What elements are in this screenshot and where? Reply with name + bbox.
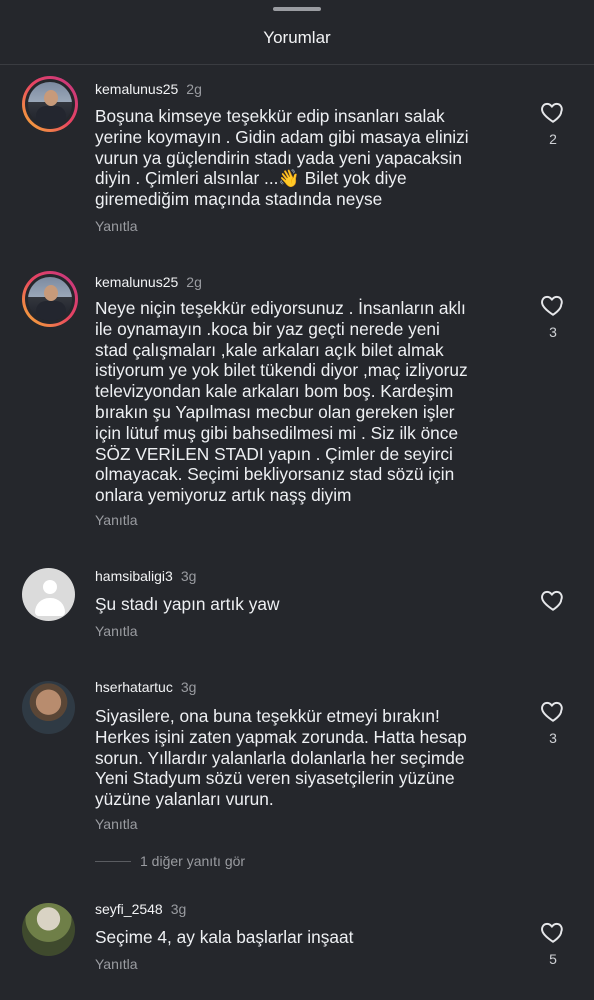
comment-text: Siyasilere, ona buna teşekkür etmeyi bır… [95, 706, 467, 810]
username[interactable]: kemalunus25 [95, 81, 178, 97]
sheet-title: Yorumlar [263, 28, 331, 47]
username[interactable]: kemalunus25 [95, 274, 178, 290]
header-divider [0, 64, 594, 65]
timestamp: 3g [170, 901, 187, 917]
timestamp: 3g [180, 679, 197, 695]
reply-button[interactable]: Yanıtla [95, 956, 138, 972]
reply-button[interactable]: Yanıtla [95, 623, 138, 639]
avatar[interactable] [22, 681, 75, 734]
username[interactable]: hserhatartuc [95, 679, 173, 695]
avatar[interactable] [22, 76, 78, 132]
username[interactable]: seyfi_2548 [95, 901, 163, 917]
heart-outline-icon[interactable] [540, 919, 566, 945]
like-count: 3 [549, 730, 557, 746]
like-count: 2 [549, 131, 557, 147]
avatar[interactable] [22, 271, 78, 327]
reply-button[interactable]: Yanıtla [95, 218, 138, 234]
comment-text: Şu stadı yapın artık yaw [95, 594, 280, 614]
username[interactable]: hamsibaligi3 [95, 568, 173, 584]
reply-button[interactable]: Yanıtla [95, 816, 138, 832]
comment-text: Boşuna kimseye teşekkür edip insanları s… [95, 106, 469, 210]
heart-outline-icon[interactable] [540, 99, 566, 125]
heart-outline-icon[interactable] [540, 587, 566, 613]
replies-divider [95, 861, 131, 862]
default-avatar-icon [43, 580, 57, 594]
timestamp: 2g [186, 81, 202, 97]
heart-outline-icon[interactable] [540, 292, 566, 318]
view-more-replies-button[interactable]: 1 diğer yanıtı gör [140, 853, 245, 869]
like-count: 3 [549, 324, 557, 340]
comment-text: Neye niçin teşekkür ediyorsunuz . İnsanl… [95, 298, 468, 506]
heart-outline-icon[interactable] [540, 698, 566, 724]
avatar[interactable] [22, 568, 75, 621]
avatar[interactable] [22, 903, 75, 956]
like-count: 5 [549, 951, 557, 967]
comment-text: Seçime 4, ay kala başlarlar inşaat [95, 927, 354, 947]
timestamp: 2g [186, 274, 202, 290]
reply-button[interactable]: Yanıtla [95, 512, 138, 528]
drag-handle[interactable] [273, 7, 321, 11]
timestamp: 3g [180, 568, 197, 584]
